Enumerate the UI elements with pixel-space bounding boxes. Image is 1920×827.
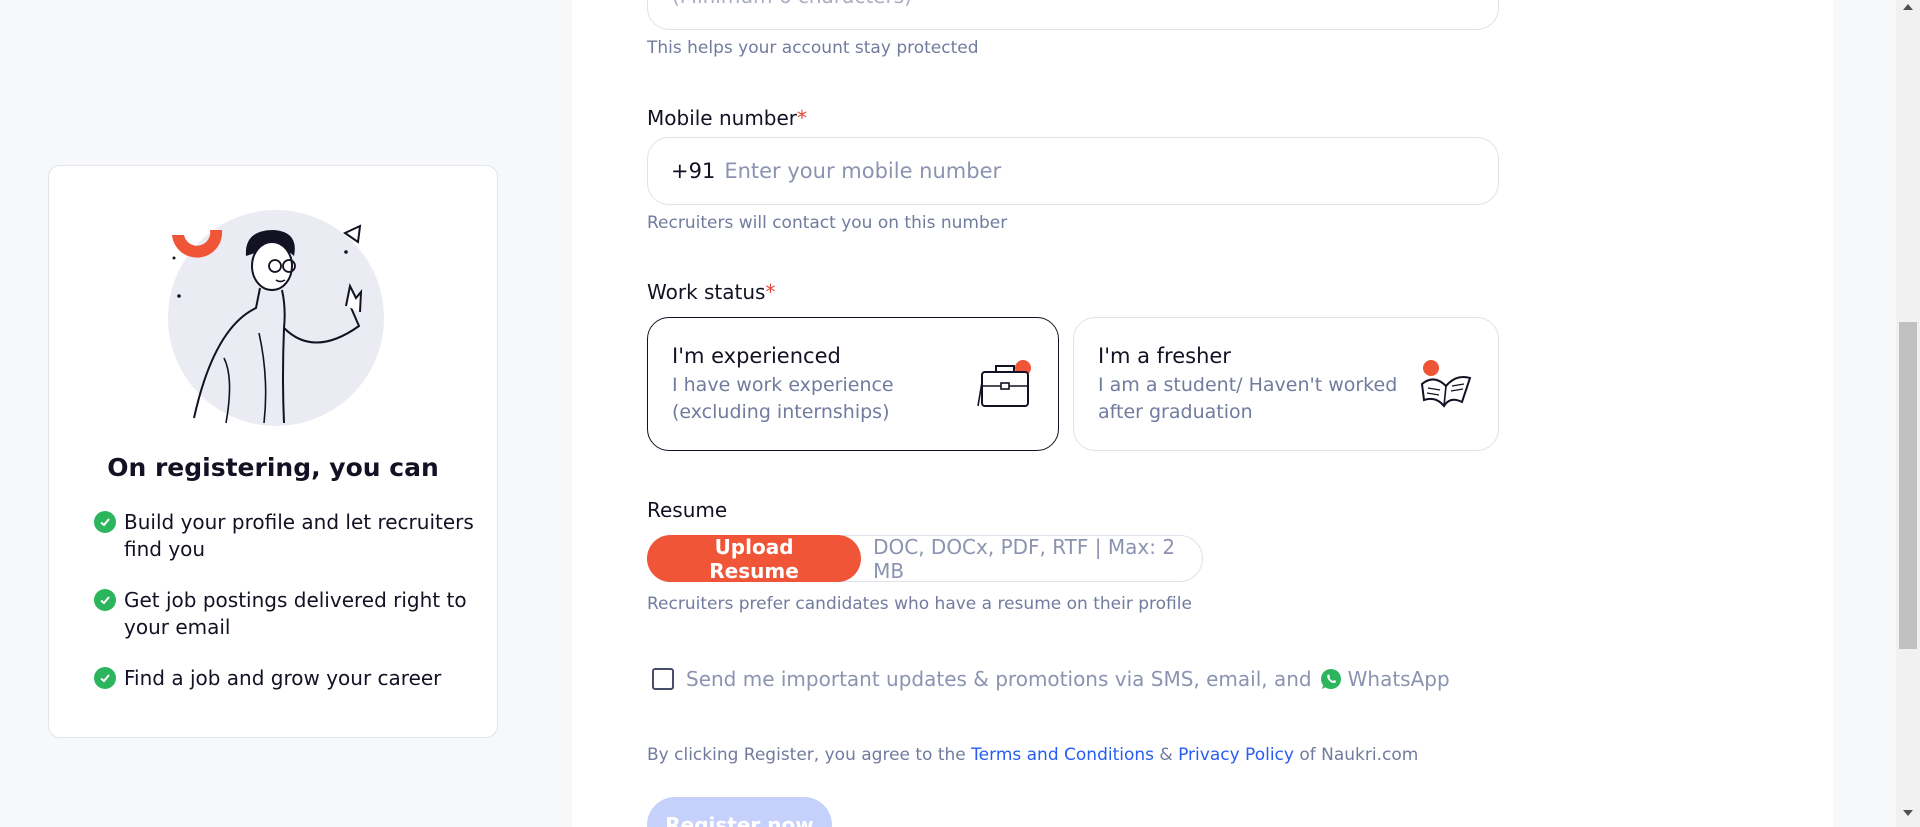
consent-checkbox[interactable] (652, 668, 674, 690)
work-status-label-text: Work status (647, 280, 766, 304)
scroll-down-icon[interactable] (1903, 810, 1913, 816)
scrollbar[interactable] (1896, 0, 1920, 827)
country-code: +91 (671, 159, 716, 183)
password-placeholder: (Minimum 6 characters) (672, 0, 912, 8)
terms-link[interactable]: Terms and Conditions (971, 745, 1154, 765)
required-mark: * (765, 280, 776, 304)
resume-upload[interactable]: Upload Resume DOC, DOCx, PDF, RTF | Max:… (647, 534, 1203, 583)
mobile-field[interactable]: +91 (647, 137, 1499, 205)
benefits-title: On registering, you can (107, 453, 439, 482)
work-status-experienced[interactable]: I'm experienced I have work experience (… (647, 317, 1059, 451)
mobile-helper: Recruiters will contact you on this numb… (647, 213, 1008, 233)
benefit-text: Build your profile and let recruiters fi… (124, 510, 474, 561)
check-circle-icon (94, 511, 116, 533)
benefits-list: Build your profile and let recruiters fi… (94, 509, 474, 716)
resume-label: Resume (647, 498, 728, 522)
password-field[interactable]: (Minimum 6 characters) (647, 0, 1499, 30)
list-item: Get job postings delivered right to your… (94, 587, 474, 641)
work-status-fresher[interactable]: I'm a fresher I am a student/ Haven't wo… (1073, 317, 1499, 451)
whatsapp-icon (1320, 669, 1341, 689)
consent-label: Send me important updates & promotions v… (686, 667, 1312, 691)
scroll-thumb[interactable] (1899, 322, 1917, 649)
benefits-card: On registering, you can Build your profi… (48, 165, 498, 738)
upload-resume-button[interactable]: Upload Resume (647, 535, 862, 583)
status-description: I am a student/ Haven't worked after gra… (1098, 374, 1398, 423)
mobile-label-text: Mobile number (647, 106, 798, 130)
registration-form: (Minimum 6 characters) This helps your a… (572, 0, 1833, 827)
terms-notice: By clicking Register, you agree to the T… (647, 745, 1418, 765)
briefcase-icon (977, 360, 1031, 407)
status-description: I have work experience (excluding intern… (672, 374, 894, 423)
benefit-text: Get job postings delivered right to your… (124, 588, 467, 639)
scroll-up-icon[interactable] (1903, 4, 1913, 10)
password-helper: This helps your account stay protected (647, 38, 979, 58)
book-icon (1420, 360, 1472, 408)
terms-prefix: By clicking Register, you agree to the (647, 745, 966, 765)
check-circle-icon (94, 667, 116, 689)
check-circle-icon (94, 589, 116, 611)
register-button[interactable]: Register now (647, 797, 832, 827)
resume-helper: Recruiters prefer candidates who have a … (647, 594, 1192, 614)
person-illustration-icon (168, 210, 384, 426)
mobile-label: Mobile number* (647, 106, 807, 130)
consent-text: Send me important updates & promotions v… (686, 667, 1450, 691)
list-item: Build your profile and let recruiters fi… (94, 509, 474, 563)
required-mark: * (797, 106, 808, 130)
consent-row[interactable]: Send me important updates & promotions v… (652, 667, 1450, 691)
whatsapp-label: WhatsApp (1347, 667, 1450, 691)
mobile-input[interactable] (724, 159, 1425, 183)
terms-suffix: of Naukri.com (1299, 745, 1419, 765)
privacy-link[interactable]: Privacy Policy (1178, 745, 1294, 765)
terms-amp: & (1159, 745, 1173, 765)
upload-hint: DOC, DOCx, PDF, RTF | Max: 2 MB (873, 534, 1176, 583)
list-item: Find a job and grow your career (94, 665, 474, 692)
work-status-label: Work status* (647, 280, 775, 304)
benefit-text: Find a job and grow your career (124, 666, 442, 690)
